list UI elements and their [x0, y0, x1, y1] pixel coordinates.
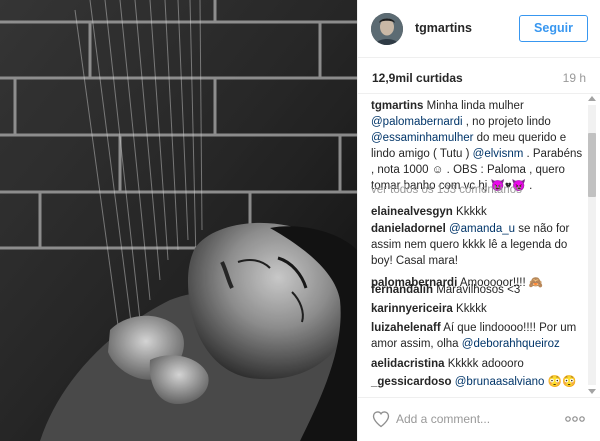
- comment-mention[interactable]: @brunaasalviano: [455, 376, 545, 388]
- follow-button[interactable]: Seguir: [519, 15, 588, 42]
- comments-scrollbar[interactable]: [587, 96, 597, 396]
- ellipsis-icon[interactable]: [564, 411, 586, 427]
- post-detail-panel: tgmartins Seguir 12,9mil curtidas 19 h t…: [357, 0, 600, 441]
- list-item: danieladornel @amanda_u se não for assim…: [371, 221, 584, 269]
- shower-photo-image: [0, 0, 357, 441]
- caption-mention[interactable]: @palomabernardi: [371, 116, 463, 128]
- list-item: fernandalih Maravilhosos <3: [371, 282, 584, 298]
- likes-row: 12,9mil curtidas 19 h: [358, 58, 600, 94]
- scrollbar-thumb[interactable]: [588, 133, 596, 197]
- caption: tgmartins Minha linda mulher @palomabern…: [371, 98, 584, 194]
- post-photo[interactable]: [0, 0, 357, 441]
- comments-list[interactable]: tgmartins Minha linda mulher @palomabern…: [358, 94, 600, 397]
- list-item: karinnyericeira Kkkkk: [371, 301, 584, 317]
- comment-username[interactable]: luizahelenaff: [371, 322, 441, 334]
- likes-count[interactable]: 12,9mil curtidas: [372, 71, 463, 85]
- comment-text: Kkkkk adoooro: [447, 358, 524, 370]
- scroll-up-arrow-icon[interactable]: [588, 96, 596, 101]
- comment-username[interactable]: fernandalih: [371, 284, 433, 296]
- comment-mention[interactable]: @deborahhqueiroz: [462, 338, 560, 350]
- list-item: luizahelenaff Aí que lindoooo!!!! Por um…: [371, 320, 584, 352]
- avatar[interactable]: [371, 13, 403, 45]
- comment-username[interactable]: aelidacristina: [371, 358, 445, 370]
- list-item: aelidacristina Kkkkk adoooro: [371, 356, 584, 372]
- post-header: tgmartins Seguir: [358, 0, 600, 58]
- post-author-username[interactable]: tgmartins: [415, 21, 472, 35]
- comment-username[interactable]: danieladornel: [371, 223, 446, 235]
- list-item: elainealvesgyn Kkkkk: [371, 204, 584, 220]
- comment-username[interactable]: karinnyericeira: [371, 303, 453, 315]
- comment-text: Kkkkk: [456, 303, 487, 315]
- comment-username[interactable]: _gessicardoso: [371, 376, 452, 388]
- avatar-image: [371, 13, 403, 45]
- comment-text: Maravilhosos <3: [436, 284, 521, 296]
- comment-text: Kkkkk: [456, 206, 487, 218]
- view-all-comments-link[interactable]: ver todos os 133 comentários: [371, 182, 584, 198]
- caption-mention[interactable]: @essaminhamulher: [371, 132, 473, 144]
- comment-text: 😳😳: [547, 376, 577, 388]
- comment-footer: [358, 397, 600, 441]
- caption-mention[interactable]: @elvisnm: [473, 148, 524, 160]
- heart-icon[interactable]: [371, 409, 391, 429]
- post-timestamp[interactable]: 19 h: [563, 71, 586, 85]
- caption-username[interactable]: tgmartins: [371, 100, 423, 112]
- scroll-down-arrow-icon[interactable]: [588, 389, 596, 394]
- add-comment-input[interactable]: [396, 410, 556, 428]
- comment-username[interactable]: elainealvesgyn: [371, 206, 453, 218]
- comment-mention[interactable]: @amanda_u: [449, 223, 515, 235]
- caption-text: Minha linda mulher: [426, 100, 524, 112]
- caption-text: , no projeto lindo: [465, 116, 551, 128]
- list-item: _gessicardoso @brunaasalviano 😳😳: [371, 374, 584, 390]
